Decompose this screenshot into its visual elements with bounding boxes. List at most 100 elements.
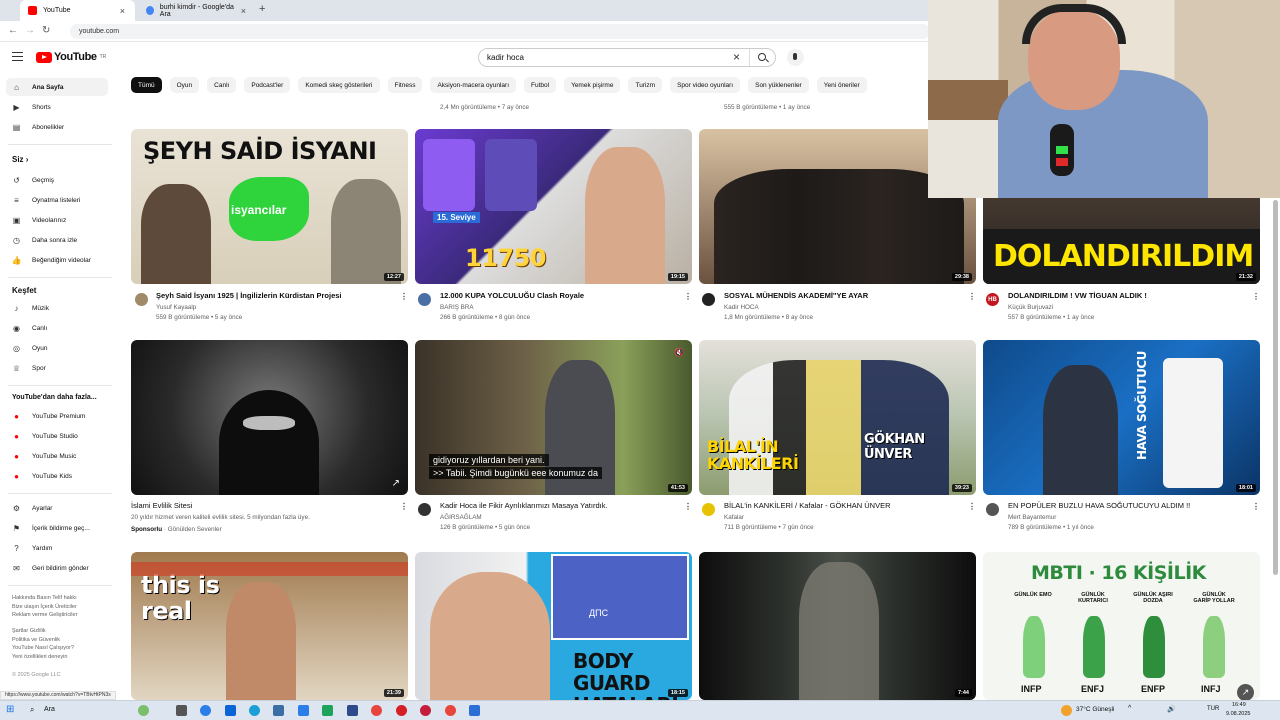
sidebar-item-settings[interactable]: ⚙ Ayarlar [6, 499, 108, 517]
video-thumbnail[interactable]: 7:44 [699, 552, 976, 700]
channel-avatar[interactable]: HB [986, 293, 999, 306]
channel-avatar[interactable] [418, 503, 431, 516]
video-title[interactable]: DOLANDIRILDIM ! VW TİGUAN ALDIK ! [1008, 291, 1147, 301]
channel-avatar[interactable] [135, 293, 148, 306]
clock-time[interactable]: 16:49 [1232, 702, 1246, 708]
ad-thumbnail[interactable]: ↗ [131, 340, 408, 495]
sidebar-item-studio[interactable]: ● YouTube Studio [6, 427, 108, 445]
sidebar-you-heading[interactable]: Siz › [12, 155, 28, 164]
chip-3[interactable]: Podcast'ler [244, 77, 291, 93]
chip-12[interactable]: Yeni öneriler [816, 77, 867, 93]
windows-start-icon[interactable]: ⊞ [6, 704, 14, 715]
channel-name[interactable]: Mert Bayantemur [1008, 513, 1056, 523]
chip-7[interactable]: Futbol [524, 77, 557, 93]
video-title[interactable]: BİLAL'in KANKİLERİ / Kafalar - GÖKHAN ÜN… [724, 501, 891, 511]
channel-avatar[interactable] [418, 293, 431, 306]
more-options-icon[interactable]: ⋮ [400, 292, 408, 302]
menu-icon[interactable] [12, 52, 23, 61]
channel-avatar[interactable] [702, 503, 715, 516]
search-icon[interactable] [758, 53, 766, 61]
video-title[interactable]: Kadir Hoca ile Fikir Ayrılıklarımızı Mas… [440, 501, 608, 511]
sidebar-item-watch-later[interactable]: ◷ Daha sonra izle [6, 231, 108, 249]
sidebar-item-live[interactable]: ◉ Canlı [6, 319, 108, 337]
search-box[interactable]: kadir hoca × [478, 48, 776, 67]
sidebar-item-sports[interactable]: ♕ Spor [6, 359, 108, 377]
channel-name[interactable]: Yusuf Kayaalp [156, 303, 196, 313]
search-input[interactable]: kadir hoca [487, 53, 524, 62]
file-explorer-icon[interactable] [273, 705, 284, 716]
more-options-icon[interactable]: ⋮ [968, 502, 976, 512]
widgets-icon[interactable] [138, 705, 149, 716]
channel-name[interactable]: AĞIRSAĞLAM [440, 513, 482, 523]
more-options-icon[interactable]: ⋮ [1252, 502, 1260, 512]
sidebar-item-report-history[interactable]: ⚑ İçerik bildirme geç... [6, 519, 108, 537]
voice-search-icon[interactable] [787, 49, 804, 66]
video-thumbnail[interactable]: 15. Seviye 11750 19:15 [415, 129, 692, 284]
close-tab-icon[interactable]: × [120, 6, 125, 16]
tab-google-search[interactable]: burhi kimdir - Google'da Ara × [138, 0, 256, 21]
chip-11[interactable]: Son yüklenenler [748, 77, 809, 93]
chip-2[interactable]: Canlı [207, 77, 237, 93]
mute-icon[interactable]: 🔇 [674, 348, 684, 357]
new-tab-button[interactable]: + [259, 3, 265, 15]
channel-name[interactable]: Kadir HOCA [724, 303, 759, 313]
video-thumbnail[interactable]: HAVA SOĞUTUCU 18:01 [983, 340, 1260, 495]
video-thumbnail[interactable]: BİLAL'İN KANKİLERİ GÖKHAN ÜNVER 39:23 [699, 340, 976, 495]
chrome-icon[interactable] [445, 705, 456, 716]
sidebar-item-shorts[interactable]: ▶ Shorts [6, 98, 108, 116]
video-thumbnail[interactable]: ŞEYH SAİD İSYANI isyancılar 12:27 [131, 129, 408, 284]
close-tab-icon[interactable]: × [241, 6, 246, 16]
opera-icon[interactable] [396, 705, 407, 716]
sidebar-item-kids[interactable]: ● YouTube Kids [6, 467, 108, 485]
chip-10[interactable]: Spor video oyunları [670, 77, 741, 93]
video-title[interactable]: 12.000 KUPA YOLCULUĞU Clash Royale [440, 291, 584, 301]
footer-links-2[interactable]: Şartlar Gizlilik Politika ve Güvenlik Yo… [12, 627, 116, 661]
channel-name[interactable]: Küçük Burjuvazi [1008, 303, 1053, 313]
weather-text[interactable]: 37°C Güneşli [1076, 706, 1114, 713]
url-field[interactable]: youtube.com [70, 24, 930, 39]
channel-avatar[interactable] [986, 503, 999, 516]
sidebar-item-home[interactable]: ⌂ Ana Sayfa [6, 78, 108, 96]
app-icon[interactable] [347, 705, 358, 716]
expand-icon[interactable]: ↗ [1237, 684, 1254, 701]
back-icon[interactable]: ← [8, 25, 18, 36]
clock-date[interactable]: 9.08.2025 [1226, 711, 1250, 717]
chip-1[interactable]: Oyun [169, 77, 200, 93]
store-icon[interactable] [298, 705, 309, 716]
page-scrollbar[interactable] [1273, 200, 1278, 575]
reload-icon[interactable]: ↻ [42, 25, 50, 36]
sidebar-item-gaming[interactable]: ◎ Oyun [6, 339, 108, 357]
video-thumbnail[interactable]: gidiyoruz yıllardan beri yani. >> Tabii.… [415, 340, 692, 495]
external-link-icon[interactable]: ↗ [392, 478, 400, 489]
sidebar-item-history[interactable]: ↺ Geçmiş [6, 171, 108, 189]
chip-5[interactable]: Fitness [387, 77, 423, 93]
chrome-icon[interactable] [371, 705, 382, 716]
sidebar-item-playlists[interactable]: ≡ Oynatma listeleri [6, 191, 108, 209]
task-view-icon[interactable] [176, 705, 187, 716]
outlook-icon[interactable] [225, 705, 236, 716]
video-thumbnail[interactable]: MBTI · 16 KİŞİLİK GÜNLÜK EMO GÜNLÜK KURT… [983, 552, 1260, 700]
channel-avatar[interactable] [702, 293, 715, 306]
forward-icon[interactable]: → [25, 25, 35, 36]
search-icon[interactable]: ⌕ [30, 705, 34, 715]
volume-icon[interactable]: 🔊 [1167, 705, 1176, 713]
youtube-logo[interactable]: YouTube TR [36, 51, 106, 63]
sidebar-item-premium[interactable]: ● YouTube Premium [6, 407, 108, 425]
sidebar-item-your-videos[interactable]: ▣ Videolarınız [6, 211, 108, 229]
channel-name[interactable]: Kafalar [724, 513, 744, 523]
video-title[interactable]: EN POPÜLER BUZLU HAVA SOĞUTUCUYU ALDIM !… [1008, 501, 1190, 511]
sidebar-item-liked[interactable]: 👍 Beğendiğim videolar [6, 251, 108, 269]
channel-name[interactable]: BARIŞ BRA [440, 303, 474, 313]
video-thumbnail[interactable]: this is real 21:39 [131, 552, 408, 700]
copilot-icon[interactable] [200, 705, 211, 716]
ad-title[interactable]: İslami Evlilik Sitesi [131, 501, 192, 511]
edge-icon[interactable] [249, 705, 260, 716]
sidebar-item-feedback[interactable]: ✉ Geri bildirim gönder [6, 559, 108, 577]
language-indicator[interactable]: TUR [1207, 706, 1219, 712]
tray-chevron-icon[interactable]: ^ [1128, 705, 1131, 712]
video-thumbnail[interactable]: ДПС BODY GUARD HATALARI 18:15 [415, 552, 692, 700]
sidebar-item-help[interactable]: ? Yardım [6, 539, 108, 557]
more-options-icon[interactable]: ⋮ [684, 292, 692, 302]
more-options-icon[interactable]: ⋮ [684, 502, 692, 512]
chip-9[interactable]: Turizm [628, 77, 663, 93]
